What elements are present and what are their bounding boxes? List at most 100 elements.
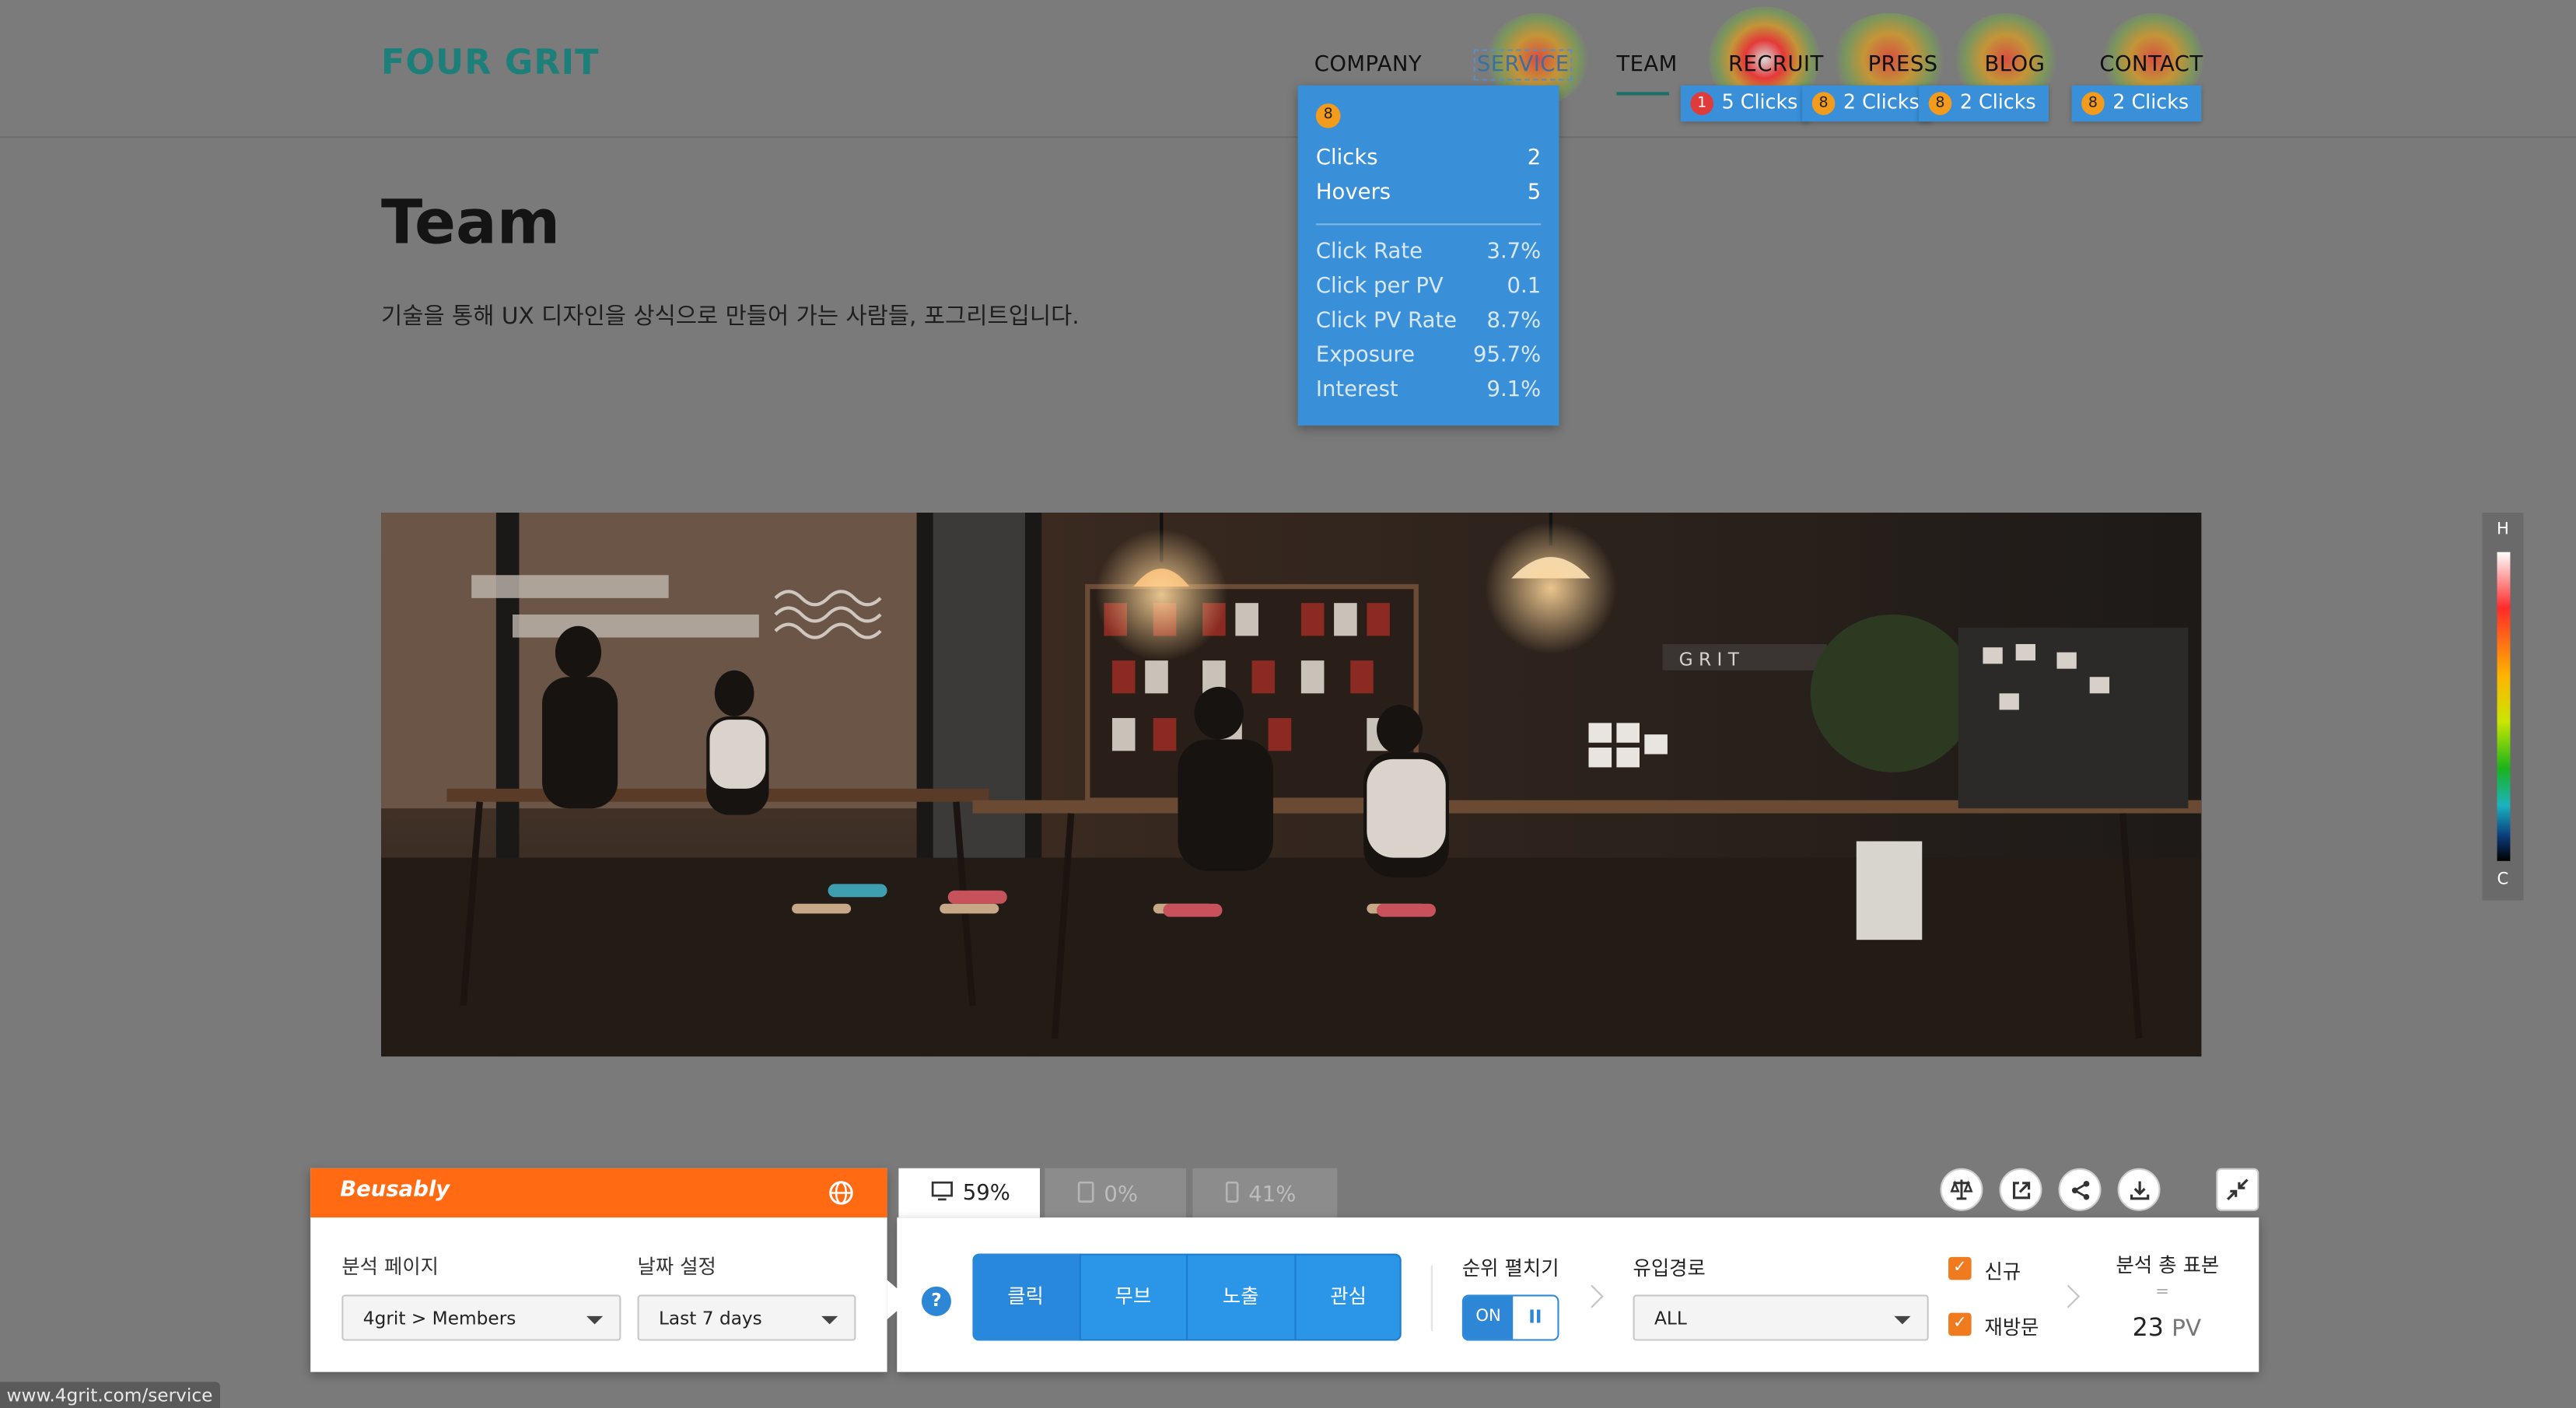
returning-visitor-checkbox[interactable]: ✓ bbox=[1948, 1312, 1972, 1336]
nav-team[interactable]: TEAM bbox=[1616, 53, 1677, 78]
mode-exposure[interactable]: 노출 bbox=[1188, 1253, 1296, 1341]
tab-desktop[interactable]: 59% bbox=[898, 1168, 1041, 1218]
tt-label: Clicks bbox=[1315, 145, 1378, 171]
heatmap-mode-switch: 클릭 무브 노출 관심 bbox=[972, 1253, 1402, 1341]
new-visitor-checkbox[interactable]: ✓ bbox=[1948, 1256, 1972, 1280]
click-count: 2 Clicks bbox=[1959, 90, 2036, 114]
chevron-down-icon bbox=[821, 1315, 838, 1325]
referrer-label: 유입경로 bbox=[1633, 1256, 1706, 1280]
tt-label: Click PV Rate bbox=[1315, 309, 1458, 334]
date-setting-label: 날짜 설정 bbox=[637, 1255, 716, 1279]
globe-icon[interactable] bbox=[828, 1180, 855, 1213]
nav-active-underline bbox=[1616, 92, 1669, 96]
element-stats-tooltip: 8 Clicks 2 Hovers 5 Click Rate 3.7% Click p… bbox=[1297, 85, 1559, 426]
nav-press[interactable]: PRESS bbox=[1868, 53, 1938, 78]
rank-dot: 8 bbox=[1315, 103, 1341, 128]
tt-click-per-pv-row: Click per PV 0.1 bbox=[1316, 269, 1541, 303]
rank-expand-toggle[interactable]: ON II bbox=[1461, 1294, 1559, 1341]
tt-value: 95.7% bbox=[1472, 343, 1542, 369]
click-badge[interactable]: 8 2 Clicks bbox=[2071, 85, 2202, 122]
click-badge[interactable]: 8 2 Clicks bbox=[1919, 85, 2049, 122]
referrer-select[interactable]: ALL bbox=[1633, 1294, 1929, 1341]
referrer-value: ALL bbox=[1654, 1308, 1687, 1329]
compare-button[interactable] bbox=[1940, 1168, 1983, 1211]
sample-total-label: 분석 총 표본 bbox=[2116, 1253, 2220, 1277]
heatmap-legend: H C bbox=[2482, 513, 2524, 901]
tt-value: 2 bbox=[1527, 145, 1542, 171]
download-button[interactable] bbox=[2117, 1168, 2161, 1211]
rank-dot: 8 bbox=[2081, 92, 2105, 115]
tt-hovers-row: Hovers 5 bbox=[1316, 176, 1541, 210]
tab-mobile-label: 41% bbox=[1248, 1182, 1297, 1208]
share-button[interactable] bbox=[2058, 1168, 2102, 1211]
nav-recruit[interactable]: RECRUIT bbox=[1728, 53, 1824, 78]
download-icon bbox=[2129, 1180, 2149, 1200]
tt-value: 3.7% bbox=[1486, 240, 1542, 265]
tab-desktop-label: 59% bbox=[962, 1181, 1010, 1207]
nav-company[interactable]: COMPANY bbox=[1314, 53, 1422, 78]
rank-expand-label: 순위 펼치기 bbox=[1461, 1256, 1559, 1280]
mode-click[interactable]: 클릭 bbox=[972, 1253, 1080, 1341]
collapse-icon bbox=[2227, 1179, 2249, 1201]
share-icon bbox=[2070, 1179, 2089, 1200]
page-title: Team bbox=[381, 187, 561, 258]
click-badge[interactable]: 1 5 Clicks bbox=[1680, 85, 1811, 122]
returning-visitor-label: 재방문 bbox=[1984, 1315, 2039, 1340]
photo-sign-text: G R I T bbox=[1679, 649, 1740, 670]
pv-unit: PV bbox=[2172, 1315, 2202, 1343]
mode-interest[interactable]: 관심 bbox=[1295, 1254, 1401, 1341]
legend-hot-label: H bbox=[2496, 520, 2509, 539]
chevron-down-icon bbox=[1894, 1315, 1911, 1325]
pv-number: 23 bbox=[2132, 1312, 2164, 1343]
tablet-icon bbox=[1077, 1181, 1094, 1203]
legend-gradient-bar bbox=[2497, 552, 2511, 861]
tab-mobile[interactable]: 41% bbox=[1192, 1168, 1338, 1218]
desktop-icon bbox=[931, 1181, 953, 1201]
help-icon[interactable]: ? bbox=[921, 1286, 951, 1316]
open-external-button[interactable] bbox=[1999, 1168, 2042, 1211]
click-count: 5 Clicks bbox=[1721, 90, 1798, 114]
team-office-photo: G R I T bbox=[381, 513, 2202, 1057]
page-description: 기술을 통해 UX 디자인을 상식으로 만들어 가는 사람들, 포그리트입니다. bbox=[381, 303, 1080, 331]
legend-cold-label: C bbox=[2497, 870, 2509, 889]
tt-exposure-row: Exposure 95.7% bbox=[1316, 338, 1541, 373]
beusably-settings-panel: Beusably 분석 페이지 4grit > Members 날짜 설정 La… bbox=[310, 1168, 887, 1372]
chevron-down-icon bbox=[586, 1315, 604, 1325]
office-photo-illustration: G R I T bbox=[381, 513, 2202, 1057]
new-visitor-label: 신규 bbox=[1984, 1260, 2021, 1284]
tt-value: 5 bbox=[1527, 180, 1542, 206]
site-logo[interactable]: FOUR GRIT bbox=[381, 43, 599, 82]
mode-move[interactable]: 무브 bbox=[1080, 1253, 1188, 1341]
tab-tablet[interactable]: 0% bbox=[1045, 1168, 1187, 1218]
tt-label: Click Rate bbox=[1315, 240, 1423, 265]
tt-divider bbox=[1315, 223, 1542, 226]
external-link-icon bbox=[2011, 1181, 2030, 1199]
tt-clicks-row: Clicks 2 bbox=[1316, 142, 1541, 176]
analysis-page-label: 분석 페이지 bbox=[341, 1255, 439, 1279]
date-range-value: Last 7 days bbox=[658, 1308, 762, 1329]
tt-label: Hovers bbox=[1315, 180, 1391, 206]
panel-connector bbox=[887, 1280, 911, 1320]
sample-total-value: 23 PV bbox=[2133, 1313, 2202, 1343]
tt-interest-row: Interest 9.1% bbox=[1316, 373, 1541, 407]
rank-dot: 8 bbox=[1811, 92, 1836, 115]
nav-service[interactable]: SERVICE bbox=[1473, 49, 1573, 81]
toggle-on-label: ON bbox=[1463, 1296, 1514, 1340]
nav-blog[interactable]: BLOG bbox=[1985, 53, 2046, 78]
screen-root: FOUR GRIT COMPANY SERVICE TEAM RECRUIT P… bbox=[0, 0, 2576, 1408]
analysis-page-select[interactable]: 4grit > Members bbox=[341, 1294, 621, 1341]
date-range-select[interactable]: Last 7 days bbox=[637, 1294, 856, 1341]
rank-dot: 8 bbox=[1928, 92, 1952, 115]
tt-click-pv-rate-row: Click PV Rate 8.7% bbox=[1316, 304, 1541, 338]
click-badge[interactable]: 8 2 Clicks bbox=[1802, 85, 1933, 122]
click-count: 2 Clicks bbox=[2112, 90, 2189, 114]
collapse-panel-button[interactable] bbox=[2216, 1168, 2259, 1211]
rank-dot: 1 bbox=[1690, 92, 1714, 115]
pause-icon[interactable]: II bbox=[1513, 1296, 1558, 1340]
tt-click-rate-row: Click Rate 3.7% bbox=[1316, 235, 1541, 269]
equals-sign: = bbox=[2155, 1283, 2169, 1301]
tt-value: 8.7% bbox=[1486, 309, 1542, 334]
analysis-page-value: 4grit > Members bbox=[362, 1308, 516, 1329]
nav-contact[interactable]: CONTACT bbox=[2099, 53, 2203, 78]
tt-label: Exposure bbox=[1315, 343, 1416, 369]
